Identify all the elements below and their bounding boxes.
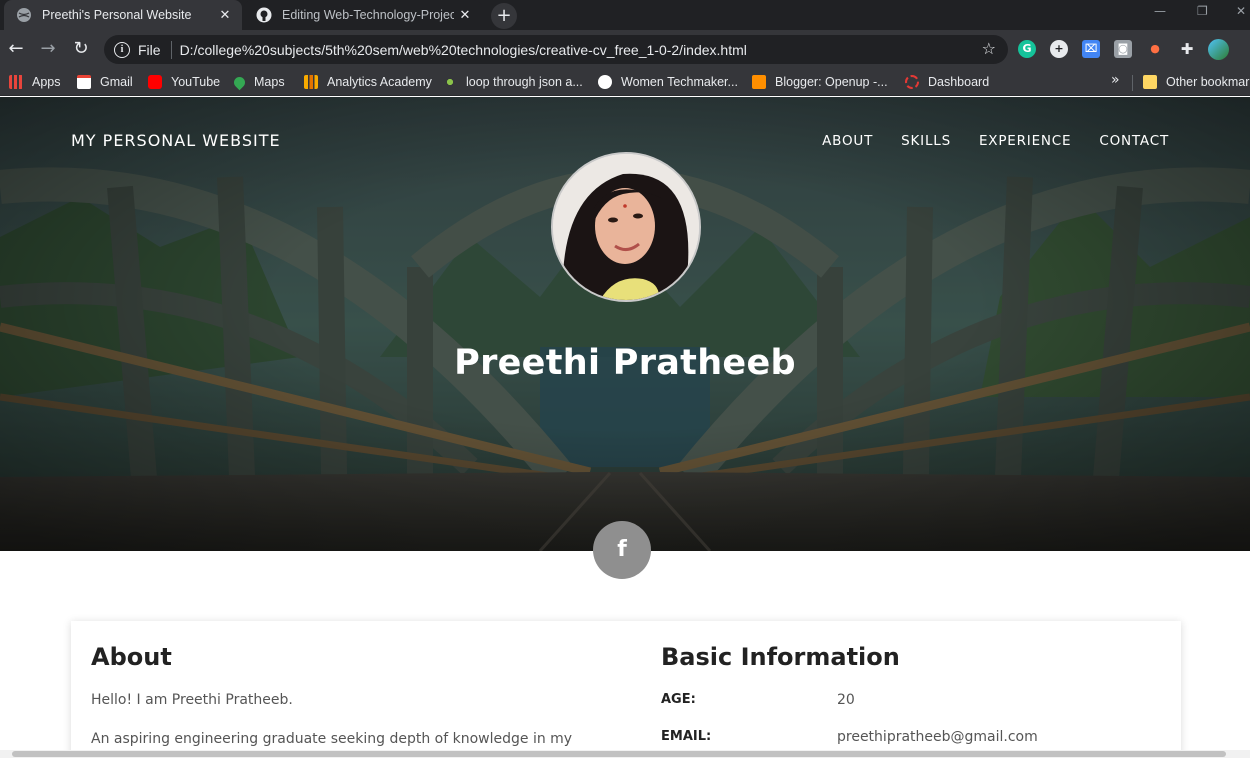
bookmark-label: Maps [254, 75, 285, 89]
basic-info-heading: Basic Information [661, 643, 900, 671]
nav-link-skills[interactable]: SKILLS [901, 133, 951, 149]
scrollbar-thumb[interactable] [12, 751, 1226, 757]
tab-title: Editing Web-Technology-Projects [282, 8, 454, 22]
camera-extension-icon[interactable]: ◙ [1114, 40, 1132, 58]
bookmark-gmail[interactable]: Gmail [77, 73, 133, 91]
bookmark-maps[interactable]: Maps [231, 73, 285, 91]
bookmarks-bar: Apps Gmail YouTube Maps Analytics Academ… [0, 68, 1250, 96]
bookmark-blogger[interactable]: Blogger: Openup -... [752, 73, 888, 91]
bookmark-loop-json[interactable]: loop through json a... [443, 73, 583, 91]
facebook-icon[interactable]: f [593, 521, 651, 579]
tab-strip: Preethi's Personal Website ✕ Editing Web… [0, 0, 1250, 30]
restore-icon[interactable]: ❐ [1197, 4, 1208, 18]
about-heading: About [91, 643, 172, 671]
bookmark-label: Blogger: Openup -... [775, 75, 888, 89]
address-url[interactable]: D:/college%20subjects/5th%20sem/web%20te… [180, 42, 747, 58]
plus-extension-icon[interactable]: + [1050, 40, 1068, 58]
gmail-icon [77, 75, 91, 89]
bookmarks-divider [1132, 75, 1133, 91]
bookmark-label: loop through json a... [466, 75, 583, 89]
back-arrow-icon[interactable]: ← [4, 37, 28, 61]
bookmark-label: Gmail [100, 75, 133, 89]
new-tab-button[interactable]: + [491, 3, 517, 29]
github-icon [256, 7, 272, 23]
info-icon[interactable]: i [114, 41, 130, 58]
profile-avatar[interactable] [1208, 39, 1229, 60]
hero-name-heading: Preethi Pratheeb [454, 343, 796, 383]
bookmark-analytics-academy[interactable]: Analytics Academy [304, 73, 432, 91]
bookmark-label: Women Techmaker... [621, 75, 738, 89]
bookmark-label: Apps [32, 75, 61, 89]
horizontal-scrollbar[interactable] [0, 750, 1250, 758]
window-close-icon[interactable]: ✕ [1236, 4, 1246, 18]
reload-icon[interactable]: ↻ [69, 37, 93, 61]
folder-icon [1143, 75, 1157, 89]
site-brand-link[interactable]: MY PERSONAL WEBSITE [71, 131, 281, 150]
nav-link-about[interactable]: ABOUT [822, 133, 873, 149]
star-burst-icon [443, 75, 457, 89]
about-intro-text: Hello! I am Preethi Pratheeb. [91, 692, 293, 708]
bookmark-label: Dashboard [928, 75, 990, 89]
nav-link-contact[interactable]: CONTACT [1099, 133, 1169, 149]
bookmark-label: YouTube [171, 75, 221, 89]
apps-grid-icon [9, 75, 23, 89]
tab-preethi-website[interactable]: Preethi's Personal Website ✕ [4, 0, 242, 30]
hero-section: MY PERSONAL WEBSITE ABOUT SKILLS EXPERIE… [0, 97, 1250, 551]
bookmark-label: Other bookmarks [1166, 75, 1250, 89]
forward-arrow-icon[interactable]: → [36, 37, 60, 61]
address-bar[interactable]: i File D:/college%20subjects/5th%20sem/w… [104, 35, 1008, 64]
bookmark-youtube[interactable]: YouTube [148, 73, 220, 91]
bookmark-dashboard[interactable]: Dashboard [905, 73, 989, 91]
tab-title: Preethi's Personal Website [42, 8, 192, 22]
grammarly-icon[interactable]: G [1018, 40, 1036, 58]
puzzle-extensions-icon[interactable]: ✚ [1178, 40, 1196, 58]
info-key: EMAIL: [661, 729, 712, 744]
globe-icon [16, 7, 32, 23]
address-scheme: File [138, 41, 161, 58]
other-bookmarks-folder[interactable]: Other bookmarks [1143, 73, 1250, 91]
info-value[interactable]: preethipratheeb@gmail.com [837, 729, 1038, 745]
maps-pin-icon [231, 74, 248, 90]
bookmark-label: Analytics Academy [327, 75, 432, 89]
nav-link-experience[interactable]: EXPERIENCE [979, 133, 1071, 149]
about-card: About Hello! I am Preethi Pratheeb. An a… [71, 621, 1181, 758]
close-tab-icon[interactable]: ✕ [214, 8, 236, 23]
minimize-icon[interactable]: — [1154, 4, 1166, 18]
docs-extension-icon[interactable]: ⌧ [1082, 40, 1100, 58]
site-menu: ABOUT SKILLS EXPERIENCE CONTACT [794, 133, 1169, 149]
info-value: 20 [837, 692, 855, 708]
youtube-icon [148, 75, 162, 89]
tab-editing-github[interactable]: Editing Web-Technology-Projects ✕ [244, 0, 482, 30]
address-divider [170, 40, 172, 59]
info-key: AGE: [661, 692, 696, 707]
about-description-text: An aspiring engineering graduate seeking… [91, 731, 573, 747]
close-tab-icon[interactable]: ✕ [454, 8, 476, 23]
bookmark-women-techmakers[interactable]: Women Techmaker... [598, 73, 738, 91]
globe-icon [598, 75, 612, 89]
blogger-icon [752, 75, 766, 89]
bookmark-star-icon[interactable]: ☆ [982, 39, 996, 58]
dashboard-icon [905, 75, 919, 89]
browser-toolbar: ← → ↻ i File D:/college%20subjects/5th%2… [0, 30, 1250, 68]
bookmarks-overflow-icon[interactable]: » [1111, 72, 1120, 88]
profile-photo [551, 152, 701, 302]
web-page: MY PERSONAL WEBSITE ABOUT SKILLS EXPERIE… [0, 97, 1250, 758]
fox-extension-icon[interactable]: ● [1146, 40, 1164, 58]
bookmark-apps[interactable]: Apps [9, 73, 61, 91]
analytics-icon [304, 75, 318, 89]
